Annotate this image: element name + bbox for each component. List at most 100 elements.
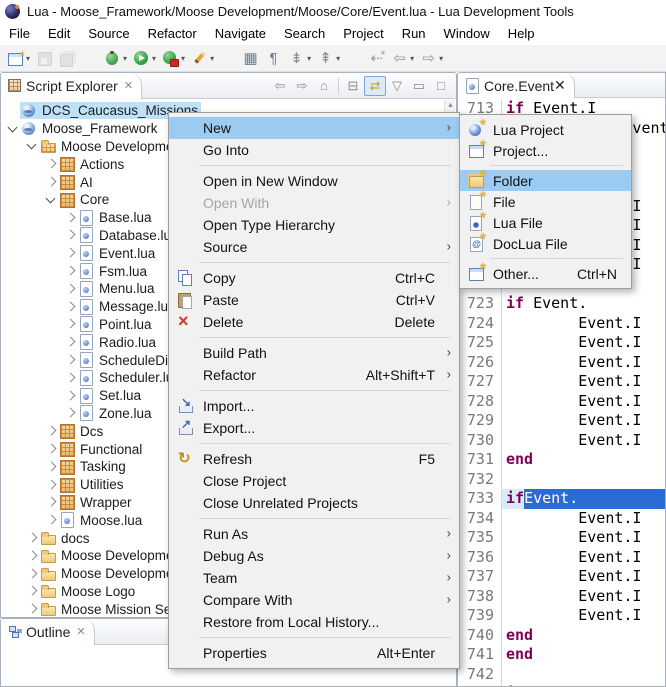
tree-expander-icon[interactable] xyxy=(63,317,77,331)
tree-expander-icon[interactable] xyxy=(25,531,39,545)
link-with-editor-toggle[interactable]: ⇄ xyxy=(364,76,386,96)
forward-button[interactable]: ⇨ xyxy=(291,76,313,96)
tree-expander-icon[interactable] xyxy=(25,602,39,616)
menu-search[interactable]: Search xyxy=(275,23,334,44)
run-button[interactable]: ▾ xyxy=(130,47,159,69)
previous-annotation-button[interactable]: ▾ xyxy=(314,47,343,69)
tree-expander-icon[interactable] xyxy=(44,442,58,456)
tree-expander-icon[interactable] xyxy=(25,584,39,598)
open-element-button[interactable] xyxy=(239,47,262,69)
menu-refactor[interactable]: Refactor xyxy=(139,23,206,44)
menu-item-new[interactable]: New› xyxy=(169,117,459,139)
close-icon[interactable]: ✕ xyxy=(124,79,133,92)
external-tools-button[interactable]: ▾ xyxy=(188,47,217,69)
submenu-item-other[interactable]: Other...Ctrl+N xyxy=(460,263,631,284)
tree-expander-icon[interactable] xyxy=(44,495,58,509)
tab-outline[interactable]: Outline ✕ xyxy=(1,619,95,645)
code-line: 724 Event.I xyxy=(458,314,665,334)
menu-item-team[interactable]: Team› xyxy=(169,567,459,589)
tree-expander-icon[interactable] xyxy=(44,460,58,474)
menu-item-go-into[interactable]: Go Into xyxy=(169,139,459,161)
menu-item-build-path[interactable]: Build Path› xyxy=(169,342,459,364)
tree-expander-icon[interactable] xyxy=(63,406,77,420)
menu-help[interactable]: Help xyxy=(499,23,544,44)
dropdown-arrow-icon[interactable]: ▾ xyxy=(26,54,30,63)
tree-expander-icon[interactable] xyxy=(63,211,77,225)
menu-item-open-type-hierarchy[interactable]: Open Type Hierarchy xyxy=(169,214,459,236)
dropdown-arrow-icon[interactable]: ▾ xyxy=(410,54,414,63)
menu-run[interactable]: Run xyxy=(393,23,435,44)
menu-item-delete[interactable]: DeleteDelete xyxy=(169,311,459,333)
menu-item-refactor[interactable]: RefactorAlt+Shift+T› xyxy=(169,364,459,386)
tree-expander-icon[interactable] xyxy=(25,567,39,581)
menu-source[interactable]: Source xyxy=(79,23,138,44)
menu-navigate[interactable]: Navigate xyxy=(206,23,275,44)
back-button[interactable]: ▾ xyxy=(388,47,417,69)
debug-button[interactable]: ▾ xyxy=(101,47,130,69)
tree-expander-icon[interactable] xyxy=(63,300,77,314)
submenu-item-doclua-file[interactable]: DocLua File xyxy=(460,233,631,254)
menu-item-properties[interactable]: PropertiesAlt+Enter xyxy=(169,642,459,664)
back-button[interactable]: ⇦ xyxy=(269,76,291,96)
tree-expander-icon[interactable] xyxy=(63,371,77,385)
tree-expander-icon[interactable] xyxy=(63,282,77,296)
scroll-up-icon[interactable]: ▲ xyxy=(445,100,456,111)
collapse-all-button[interactable]: ⊟ xyxy=(342,76,364,96)
forward-button[interactable]: ▾ xyxy=(417,47,446,69)
tree-expander-icon[interactable] xyxy=(44,193,58,207)
menu-item-paste[interactable]: PasteCtrl+V xyxy=(169,289,459,311)
menu-item-source[interactable]: Source› xyxy=(169,236,459,258)
dropdown-arrow-icon[interactable]: ▾ xyxy=(181,54,185,63)
tree-expander-icon[interactable] xyxy=(44,424,58,438)
menu-project[interactable]: Project xyxy=(334,23,392,44)
new-wizard-button[interactable]: ▾ xyxy=(4,47,33,69)
minimize-button[interactable]: ▭ xyxy=(408,76,430,96)
menu-item-restore-from-local-history[interactable]: Restore from Local History... xyxy=(169,611,459,633)
tree-expander-icon[interactable] xyxy=(63,228,77,242)
view-menu-button[interactable]: ▽ xyxy=(386,76,408,96)
tree-expander-icon[interactable] xyxy=(6,122,20,136)
menu-edit[interactable]: Edit xyxy=(39,23,79,44)
menu-file[interactable]: File xyxy=(0,23,39,44)
close-icon[interactable]: ✕ xyxy=(554,77,566,94)
menu-item-refresh[interactable]: RefreshF5 xyxy=(169,448,459,470)
dropdown-arrow-icon[interactable]: ▾ xyxy=(152,54,156,63)
coverage-button[interactable]: ▾ xyxy=(159,47,188,69)
dropdown-arrow-icon[interactable]: ▾ xyxy=(307,54,311,63)
dropdown-arrow-icon[interactable]: ▾ xyxy=(439,54,443,63)
tree-expander-icon[interactable] xyxy=(44,513,58,527)
up-button[interactable]: ⌂ xyxy=(313,76,335,96)
tree-expander-icon[interactable] xyxy=(44,157,58,171)
menu-item-close-project[interactable]: Close Project xyxy=(169,470,459,492)
next-annotation-button[interactable]: ▾ xyxy=(285,47,314,69)
menu-window[interactable]: Window xyxy=(435,23,499,44)
tree-expander-icon[interactable] xyxy=(63,389,77,403)
dropdown-arrow-icon[interactable]: ▾ xyxy=(336,54,340,63)
maximize-button[interactable]: □ xyxy=(430,76,452,96)
tab-core-event[interactable]: Core.Event ✕ xyxy=(458,73,575,98)
menu-item-open-in-new-window[interactable]: Open in New Window xyxy=(169,170,459,192)
show-whitespace-button[interactable] xyxy=(262,47,285,69)
menu-item-compare-with[interactable]: Compare With› xyxy=(169,589,459,611)
menu-item-copy[interactable]: CopyCtrl+C xyxy=(169,267,459,289)
tree-expander-icon[interactable] xyxy=(63,335,77,349)
close-icon[interactable]: ✕ xyxy=(76,625,85,638)
menu-item-debug-as[interactable]: Debug As› xyxy=(169,545,459,567)
tree-expander-icon[interactable] xyxy=(25,549,39,563)
menu-item-import[interactable]: Import... xyxy=(169,395,459,417)
tab-script-explorer[interactable]: Script Explorer ✕ xyxy=(1,73,142,99)
dropdown-arrow-icon[interactable]: ▾ xyxy=(123,54,127,63)
tree-expander-icon[interactable] xyxy=(44,175,58,189)
menu-item-export[interactable]: Export... xyxy=(169,417,459,439)
tree-expander-icon[interactable] xyxy=(44,478,58,492)
dropdown-arrow-icon[interactable]: ▾ xyxy=(210,54,214,63)
tree-expander-icon[interactable] xyxy=(25,139,39,153)
menu-item-run-as[interactable]: Run As› xyxy=(169,523,459,545)
tree-expander-icon[interactable] xyxy=(63,264,77,278)
last-edit-location-button[interactable] xyxy=(365,47,388,69)
new-wizard-icon xyxy=(7,50,24,67)
submenu-item-project[interactable]: Project... xyxy=(460,140,631,161)
menu-item-close-unrelated-projects[interactable]: Close Unrelated Projects xyxy=(169,492,459,514)
tree-expander-icon[interactable] xyxy=(63,353,77,367)
tree-expander-icon[interactable] xyxy=(63,246,77,260)
